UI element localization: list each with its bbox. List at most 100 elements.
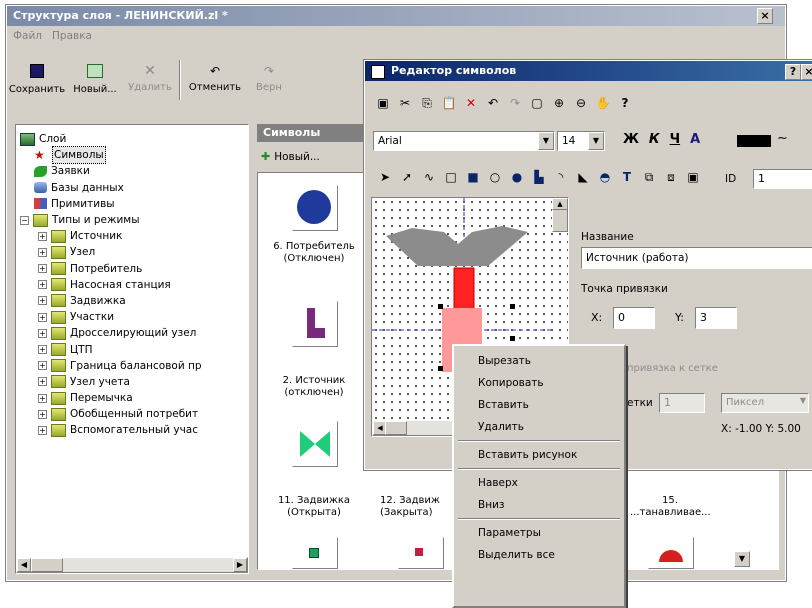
symbols-new-button[interactable]: ✚ Новый... (261, 150, 320, 163)
arc-icon[interactable]: ◝ (553, 169, 569, 185)
delete-icon[interactable]: ✕ (463, 95, 479, 111)
tree-item[interactable]: + Граница балансовой пр (20, 358, 246, 374)
expand-icon[interactable]: + (38, 231, 47, 241)
text-tool-icon[interactable]: T (619, 169, 635, 185)
symbol-thumb-3[interactable] (292, 421, 338, 467)
expand-icon[interactable]: + (38, 361, 47, 371)
collapse-icon[interactable]: − (20, 215, 29, 225)
expand-icon[interactable]: + (38, 345, 47, 355)
ungroup-icon[interactable]: ⧈ (663, 169, 679, 185)
cut-icon[interactable]: ✂ (397, 95, 413, 111)
polygon-icon[interactable]: ▙ (531, 169, 547, 185)
tree-item[interactable]: Заявки (20, 163, 246, 179)
chord-icon[interactable]: ◓ (597, 169, 613, 185)
editor-help-button[interactable]: ? (785, 64, 801, 80)
name-field[interactable]: Источник (работа) (581, 247, 812, 269)
expand-icon[interactable]: + (38, 280, 47, 290)
tree-item[interactable]: + Участки (20, 309, 246, 325)
tree-item[interactable]: + Перемычка (20, 390, 246, 406)
italic-button[interactable]: К (649, 131, 660, 149)
tree-hscrollbar[interactable]: ◀ ▶ (16, 557, 248, 573)
tree-item[interactable]: + Насосная станция (20, 277, 246, 293)
save-icon[interactable]: ▣ (375, 95, 391, 111)
scroll-left-button[interactable]: ◀ (17, 558, 31, 572)
symbol-thumb-2[interactable] (292, 301, 338, 347)
tree-item[interactable]: Примитивы (20, 196, 246, 212)
editor-close-button[interactable]: × (801, 64, 812, 80)
copy-icon[interactable]: ⎘ (419, 95, 435, 111)
filled-ellipse-icon[interactable]: ● (509, 169, 525, 185)
zoom-out-icon[interactable]: ⊖ (573, 95, 589, 111)
anchor-y-field[interactable]: 3 (695, 307, 737, 329)
symbols-scroll-down[interactable]: ▼ (734, 551, 750, 567)
ellipse-icon[interactable]: ○ (487, 169, 503, 185)
expand-icon[interactable]: + (38, 328, 47, 338)
zoom-in-icon[interactable]: ⊕ (551, 95, 567, 111)
font-size-select[interactable]: 14 ▼ (557, 131, 605, 151)
expand-icon[interactable]: + (38, 409, 47, 419)
tree-item[interactable]: + Потребитель (20, 261, 246, 277)
expand-icon[interactable]: + (38, 296, 47, 306)
anchor-x-field[interactable]: 0 (613, 307, 655, 329)
delete-button[interactable]: ✕ Удалить (125, 64, 175, 93)
tree-item[interactable]: − Типы и режимы (20, 212, 246, 228)
id-field[interactable]: 1 (753, 169, 812, 189)
font-name-select[interactable]: Arial ▼ (373, 131, 555, 151)
tree-item[interactable]: + Обобщенный потребит (20, 406, 246, 422)
expand-icon[interactable]: + (38, 312, 47, 322)
unit-dropdown-arrow[interactable]: ▼ (800, 396, 806, 405)
bold-button[interactable]: Ж (623, 131, 639, 149)
symbol-thumb-7[interactable] (398, 537, 444, 569)
node-pointer-icon[interactable]: ➚ (399, 169, 415, 185)
canvas-scroll-up[interactable]: ▲ (552, 198, 568, 210)
new-button[interactable]: Новый... (71, 64, 119, 95)
underline-button[interactable]: Ч (670, 131, 681, 149)
tree-item[interactable]: + ЦТП (20, 341, 246, 357)
symbol-thumb-6[interactable] (292, 537, 338, 569)
help-icon[interactable]: ? (617, 95, 633, 111)
tree-item[interactable]: + Источник (20, 228, 246, 244)
menu-copy[interactable]: Копировать (454, 372, 624, 394)
canvas-vscroll-thumb[interactable] (552, 208, 568, 232)
canvas-hscroll-thumb[interactable] (385, 421, 407, 435)
tree-item[interactable]: Базы данных (20, 180, 246, 196)
scroll-thumb[interactable] (31, 558, 63, 572)
grid-step-field[interactable]: 1 (659, 393, 705, 413)
rectangle-icon[interactable]: □ (443, 169, 459, 185)
expand-icon[interactable]: + (38, 264, 47, 274)
tree-item[interactable]: + Дросселирующий узел (20, 325, 246, 341)
pie-icon[interactable]: ◣ (575, 169, 591, 185)
tree-item[interactable]: ★ Символы (20, 146, 246, 165)
symbol-thumb-1[interactable] (292, 185, 338, 231)
color-swatch[interactable] (737, 135, 771, 147)
filled-rectangle-icon[interactable]: ■ (465, 169, 481, 185)
text-color-button[interactable]: А (690, 131, 700, 149)
select-all-icon[interactable]: ▢ (529, 95, 545, 111)
menu-cut[interactable]: Вырезать (454, 350, 624, 372)
menu-bring-to-front[interactable]: Наверх (454, 472, 624, 494)
menu-send-to-back[interactable]: Вниз (454, 494, 624, 516)
tree-item[interactable]: + Задвижка (20, 293, 246, 309)
menu-file[interactable]: Файл (13, 30, 42, 42)
expand-icon[interactable]: + (38, 425, 47, 435)
tree-item[interactable]: + Узел учета (20, 374, 246, 390)
expand-icon[interactable]: + (38, 377, 47, 387)
grid-unit-select[interactable]: Пиксел ▼ (721, 393, 809, 413)
menu-parameters[interactable]: Параметры (454, 522, 624, 544)
group-icon[interactable]: ⧉ (641, 169, 657, 185)
redo-button[interactable]: ↷ Верн (249, 64, 289, 93)
paste-icon[interactable]: 📋 (441, 95, 457, 111)
expand-icon[interactable]: + (38, 247, 47, 257)
menu-paste[interactable]: Вставить (454, 394, 624, 416)
save-button[interactable]: Сохранить (9, 64, 65, 95)
tree-item[interactable]: Слой (20, 131, 246, 147)
main-close-button[interactable]: × (757, 8, 773, 24)
expand-icon[interactable]: + (38, 393, 47, 403)
menu-select-all[interactable]: Выделить все (454, 544, 624, 566)
undo-button[interactable]: ↶ Отменить (185, 64, 245, 93)
image-icon[interactable]: ▣ (685, 169, 701, 185)
scroll-right-button[interactable]: ▶ (233, 558, 247, 572)
line-style-icon[interactable]: ∼ (777, 131, 788, 146)
symbol-thumb-8[interactable] (648, 537, 694, 569)
undo-icon[interactable]: ↶ (485, 95, 501, 111)
